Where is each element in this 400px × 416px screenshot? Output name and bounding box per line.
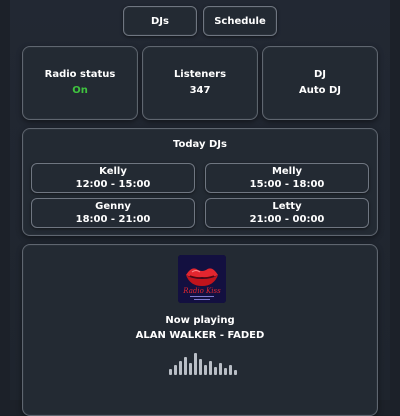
dj-slot-time: 15:00 - 18:00 — [249, 179, 325, 190]
radio-dashboard: DJs Schedule Radio status On Listeners 3… — [10, 0, 390, 416]
radio-status-label: Radio status — [44, 69, 116, 80]
dj-slot-name: Genny — [95, 201, 131, 212]
tab-djs[interactable]: DJs — [123, 6, 197, 36]
logo-text: Radio Kiss — [182, 287, 221, 295]
dj-card: DJ Auto DJ — [262, 46, 378, 120]
dj-slot-time: 21:00 - 00:00 — [249, 214, 325, 225]
today-djs-panel: Today DJs Kelly 12:00 - 15:00 Melly 15:0… — [22, 128, 378, 236]
track-title: ALAN WALKER - FADED — [135, 330, 265, 341]
dj-label: DJ — [313, 69, 327, 80]
tab-bar: DJs Schedule — [10, 6, 390, 36]
dj-slot[interactable]: Melly 15:00 - 18:00 — [205, 163, 369, 193]
dj-slot-name: Letty — [272, 201, 302, 212]
dj-value: Auto DJ — [298, 85, 341, 96]
dj-slot-name: Melly — [271, 166, 303, 177]
listeners-label: Listeners — [173, 69, 227, 80]
today-djs-title: Today DJs — [173, 139, 227, 150]
dj-slot[interactable]: Genny 18:00 - 21:00 — [31, 198, 195, 228]
now-playing-panel: Radio Kiss Now playing ALAN WALKER - FAD… — [22, 244, 378, 416]
listeners-card: Listeners 347 — [142, 46, 258, 120]
listeners-value: 347 — [189, 85, 211, 96]
dj-slot-time: 12:00 - 15:00 — [75, 179, 151, 190]
now-playing-label: Now playing — [165, 315, 235, 326]
lips-icon: Radio Kiss — [178, 255, 226, 303]
dj-slot[interactable]: Kelly 12:00 - 15:00 — [31, 163, 195, 193]
tab-schedule[interactable]: Schedule — [203, 6, 277, 36]
equalizer-icon — [167, 351, 239, 375]
dj-slot[interactable]: Letty 21:00 - 00:00 — [205, 198, 369, 228]
dj-slot-time: 18:00 - 21:00 — [75, 214, 151, 225]
radio-status-value: On — [72, 85, 88, 96]
radio-status-card: Radio status On — [22, 46, 138, 120]
radio-logo: Radio Kiss — [178, 255, 226, 303]
dj-slot-name: Kelly — [99, 166, 127, 177]
